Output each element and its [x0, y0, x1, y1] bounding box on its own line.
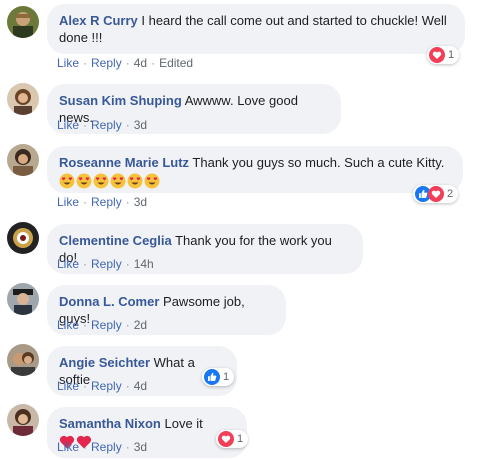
- reaction-summary[interactable]: 1: [216, 430, 249, 448]
- timestamp[interactable]: 14h: [134, 257, 154, 271]
- comment-author[interactable]: Alex R Curry: [59, 13, 138, 28]
- heart-eyes-emoji: [110, 173, 126, 189]
- comment-author[interactable]: Angie Seichter: [59, 355, 150, 370]
- reply-link[interactable]: Reply: [91, 318, 122, 332]
- comment-actions: Like · Reply · 14h: [57, 257, 154, 271]
- heart-eyes-emoji: [93, 173, 109, 189]
- love-icon: [429, 47, 445, 63]
- comment-actions: Like · Reply · 4d · Edited: [57, 56, 194, 70]
- reply-link[interactable]: Reply: [91, 379, 122, 393]
- heart-eyes-emoji-row: [59, 173, 160, 189]
- like-link[interactable]: Like: [57, 379, 79, 393]
- comment-actions: Like · Reply · 3d: [57, 195, 148, 209]
- like-link[interactable]: Like: [57, 257, 79, 271]
- timestamp[interactable]: 3d: [134, 118, 147, 132]
- reaction-summary[interactable]: 2: [413, 185, 459, 203]
- reply-link[interactable]: Reply: [91, 195, 122, 209]
- comment-actions: Like · Reply · 2d: [57, 318, 148, 332]
- avatar[interactable]: [7, 344, 39, 376]
- comment-author[interactable]: Donna L. Comer: [59, 294, 159, 309]
- avatar[interactable]: [7, 144, 39, 176]
- reaction-count: 2: [447, 188, 454, 200]
- comment-actions: Like · Reply · 4d: [57, 379, 148, 393]
- timestamp[interactable]: 3d: [134, 440, 147, 454]
- reaction-count: 1: [237, 433, 244, 445]
- avatar[interactable]: [7, 222, 39, 254]
- reply-link[interactable]: Reply: [91, 440, 122, 454]
- heart-eyes-emoji: [127, 173, 143, 189]
- avatar[interactable]: [7, 6, 39, 38]
- edited-label[interactable]: Edited: [159, 56, 193, 70]
- heart-eyes-emoji: [144, 173, 160, 189]
- reply-link[interactable]: Reply: [91, 56, 122, 70]
- comment-author[interactable]: Susan Kim Shuping: [59, 93, 182, 108]
- comment-actions: Like · Reply · 3d: [57, 118, 148, 132]
- like-icon: [204, 369, 220, 385]
- reply-link[interactable]: Reply: [91, 257, 122, 271]
- heart-eyes-emoji: [59, 173, 75, 189]
- like-link[interactable]: Like: [57, 118, 79, 132]
- like-link[interactable]: Like: [57, 56, 79, 70]
- like-link[interactable]: Like: [57, 440, 79, 454]
- like-link[interactable]: Like: [57, 195, 79, 209]
- timestamp[interactable]: 3d: [134, 195, 147, 209]
- avatar[interactable]: [7, 283, 39, 315]
- comment-actions: Like · Reply · 3d: [57, 440, 148, 454]
- reaction-summary[interactable]: 1: [202, 368, 235, 386]
- reaction-summary[interactable]: 1: [427, 46, 460, 64]
- heart-eyes-emoji: [76, 173, 92, 189]
- love-icon: [428, 186, 444, 202]
- love-icon: [218, 431, 234, 447]
- timestamp[interactable]: 2d: [134, 318, 147, 332]
- comment-text: Thank you guys so much. Such a cute Kitt…: [192, 155, 445, 170]
- reply-link[interactable]: Reply: [91, 118, 122, 132]
- comment-author[interactable]: Roseanne Marie Lutz: [59, 155, 189, 170]
- comment-bubble: Alex R Curry I heard the call come out a…: [47, 4, 465, 54]
- timestamp[interactable]: 4d: [134, 56, 147, 70]
- comment-author[interactable]: Clementine Ceglia: [59, 233, 172, 248]
- like-link[interactable]: Like: [57, 318, 79, 332]
- avatar[interactable]: [7, 404, 39, 436]
- comment-author[interactable]: Samantha Nixon: [59, 416, 161, 431]
- reaction-count: 1: [223, 371, 230, 383]
- comment-text: Love it: [164, 416, 203, 431]
- comment-bubble: Roseanne Marie Lutz Thank you guys so mu…: [47, 146, 463, 193]
- reaction-count: 1: [448, 49, 455, 61]
- avatar[interactable]: [7, 83, 39, 115]
- timestamp[interactable]: 4d: [134, 379, 147, 393]
